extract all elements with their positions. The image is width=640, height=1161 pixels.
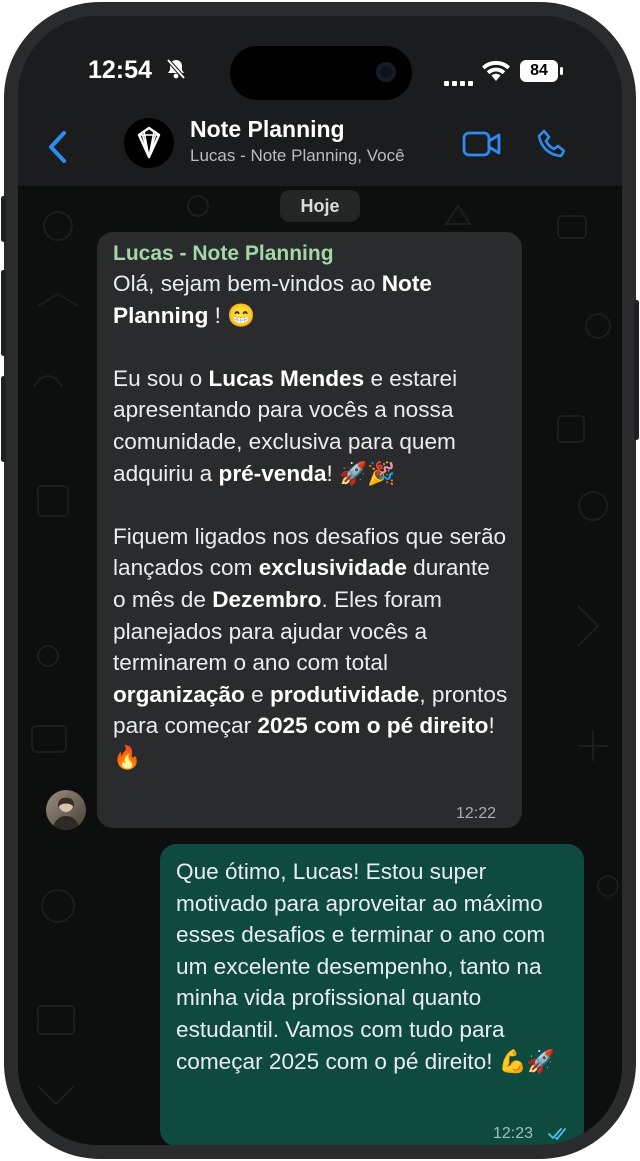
incoming-message[interactable]: Lucas - Note Planning Olá, sejam bem-vin… — [97, 232, 522, 828]
phone-screen: 12:54 84 Note Planning Lucas - Note Plan… — [18, 16, 622, 1145]
message-time: 12:23 — [493, 1125, 534, 1142]
phone-side-button — [1, 196, 6, 242]
message-text: Olá, sejam bem-vindos ao Note Planning !… — [113, 271, 514, 770]
phone-power-button — [634, 300, 639, 440]
battery-icon: 84 — [520, 60, 558, 82]
phone-call-icon[interactable] — [536, 128, 568, 165]
bell-slash-icon — [166, 58, 186, 86]
front-camera — [376, 62, 396, 82]
group-logo-icon — [124, 126, 174, 172]
status-clock: 12:54 — [88, 56, 152, 84]
phone-volume-down — [1, 376, 6, 462]
message-text: Que ótimo, Lucas! Estou super motivado p… — [176, 859, 556, 1074]
chat-header: Note Planning Lucas - Note Planning, Voc… — [18, 112, 622, 186]
wifi-icon — [482, 60, 510, 87]
video-call-icon[interactable] — [462, 130, 502, 163]
chat-title[interactable]: Note Planning — [190, 116, 345, 143]
date-separator: Hoje — [280, 190, 360, 222]
status-bar: 12:54 84 — [18, 16, 622, 112]
group-avatar[interactable] — [124, 118, 174, 168]
avatar[interactable] — [46, 790, 86, 830]
chat-subtitle[interactable]: Lucas - Note Planning, Você — [190, 146, 405, 166]
signal-icon — [444, 76, 474, 86]
read-ticks-icon — [548, 1118, 570, 1145]
message-time: 12:22 — [456, 805, 497, 822]
chat-area[interactable]: Hoje Lucas - Note Planning Olá, sejam be… — [18, 186, 622, 1145]
battery-nub — [560, 67, 563, 75]
phone-volume-up — [1, 270, 6, 356]
back-chevron-icon[interactable] — [46, 130, 68, 169]
outgoing-message[interactable]: Que ótimo, Lucas! Estou super motivado p… — [160, 844, 584, 1145]
message-sender-name[interactable]: Lucas - Note Planning — [113, 240, 508, 268]
